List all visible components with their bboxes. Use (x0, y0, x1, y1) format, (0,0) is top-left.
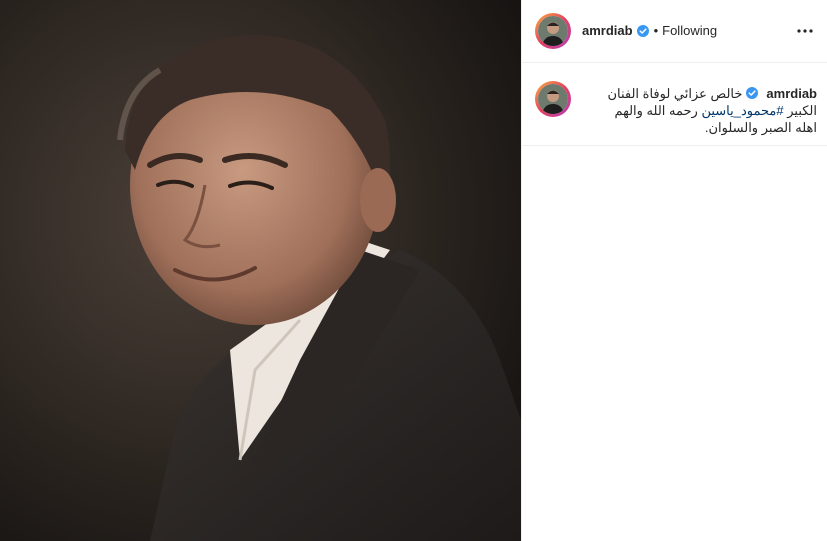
caption-section: amrdiab خالص عزائي لوفاة الفنان الكبير #م… (522, 63, 827, 146)
verified-badge-icon (636, 24, 649, 37)
post-details-panel: amrdiab • Following amrdiabخالص عزائي لو… (521, 0, 827, 541)
avatar-image (538, 84, 568, 114)
verified-badge-icon (746, 87, 759, 99)
caption-line2-suffix: رحمه الله والهم (614, 103, 698, 118)
post-header: amrdiab • Following (522, 0, 827, 63)
caption-text: amrdiab خالص عزائي لوفاة الفنان الكبير #م… (582, 85, 817, 136)
instagram-post-view: amrdiab • Following amrdiabخالص عزائي لو… (0, 0, 827, 541)
header-username[interactable]: amrdiab (582, 23, 633, 38)
portrait-image (0, 0, 521, 541)
caption-line1-text: خالص عزائي لوفاة الفنان (607, 86, 743, 101)
separator-dot: • (653, 23, 659, 38)
caption-line-2: الكبير #محمود_ياسين رحمه الله والهم (582, 102, 817, 119)
avatar-image (538, 16, 568, 46)
caption-line-1: amrdiab خالص عزائي لوفاة الفنان (582, 85, 817, 102)
header-avatar[interactable] (535, 13, 571, 49)
hashtag-link[interactable]: #محمود_ياسين (701, 103, 783, 118)
following-button[interactable]: Following (662, 23, 717, 38)
more-options-icon[interactable] (796, 23, 814, 39)
caption-username[interactable]: amrdiab (766, 86, 817, 101)
caption-line2-prefix: الكبير (787, 103, 817, 118)
header-user-info: amrdiab • Following (582, 23, 717, 38)
post-photo[interactable] (0, 0, 521, 541)
caption-line-3: اهله الصبر والسلوان. (704, 120, 817, 135)
caption-avatar[interactable] (535, 81, 571, 117)
